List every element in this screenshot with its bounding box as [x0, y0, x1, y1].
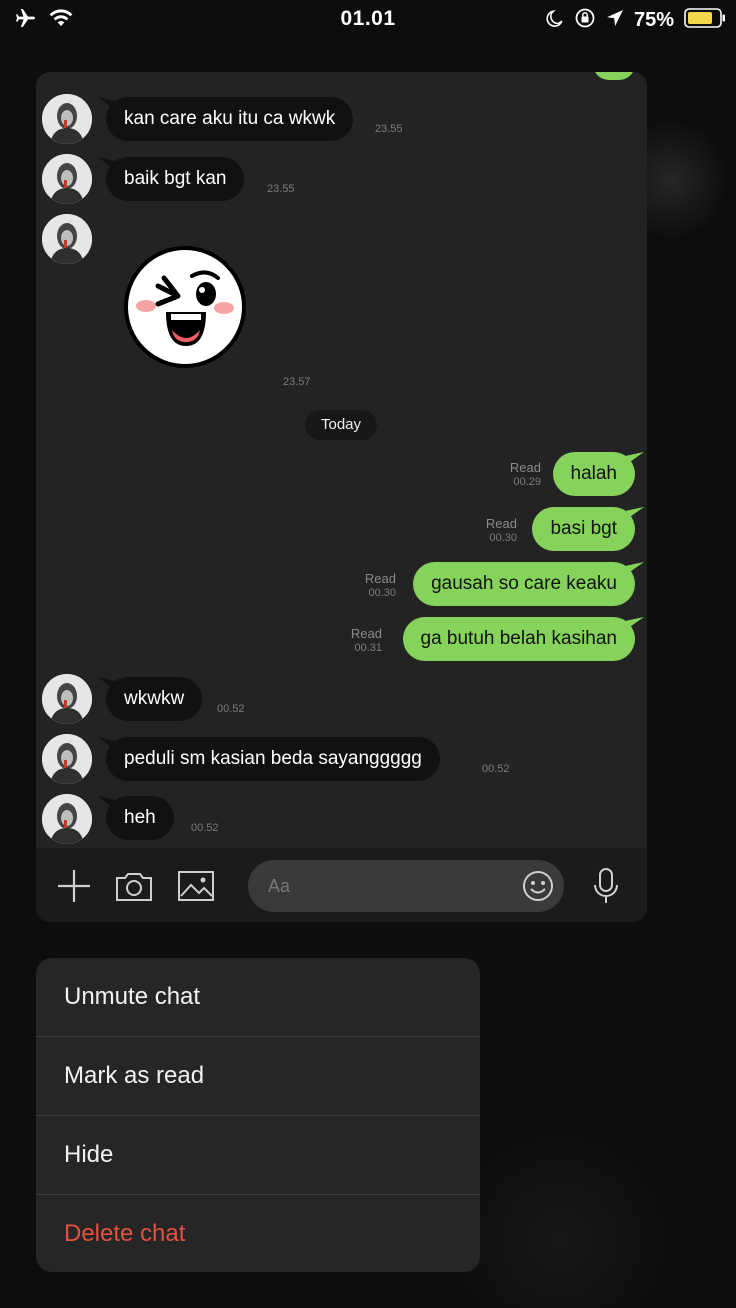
read-receipt: Read 00.31 — [351, 626, 382, 656]
status-right: 75% — [546, 7, 726, 34]
incoming-message[interactable]: wkwkw — [106, 677, 203, 721]
message-time: 23.57 — [283, 376, 311, 388]
message-time: 00.29 — [513, 476, 541, 488]
camera-icon[interactable] — [114, 866, 154, 906]
plus-icon[interactable] — [54, 866, 94, 906]
status-bar: 01.01 75% — [0, 0, 736, 40]
avatar[interactable] — [42, 154, 92, 204]
battery-icon — [684, 8, 726, 33]
microphone-icon[interactable] — [586, 866, 626, 906]
outgoing-message[interactable]: ga butuh belah kasihan — [402, 617, 635, 661]
read-receipt: Read 00.29 — [510, 460, 541, 490]
menu-item-mark-as-read[interactable]: Mark as read — [36, 1036, 480, 1114]
read-status: Read — [350, 626, 382, 641]
avatar[interactable] — [42, 214, 92, 264]
outgoing-message[interactable]: gausah so care keaku — [413, 562, 635, 606]
incoming-message[interactable]: peduli sm kasian beda sayanggggg — [106, 737, 440, 781]
avatar[interactable] — [42, 674, 92, 724]
moon-icon — [546, 9, 564, 32]
message-time: 00.52 — [482, 763, 510, 775]
outgoing-message[interactable]: basi bgt — [532, 507, 635, 551]
chat-preview[interactable]: kan care aku itu ca wkwk 23.55 baik bgt … — [36, 72, 647, 922]
image-icon[interactable] — [176, 866, 216, 906]
avatar[interactable] — [42, 734, 92, 784]
message-time: 00.52 — [191, 822, 219, 834]
location-arrow-icon — [606, 9, 624, 32]
read-status: Read — [509, 460, 541, 475]
read-status: Read — [364, 571, 396, 586]
battery-percent: 75% — [633, 9, 674, 31]
incoming-message[interactable]: baik bgt kan — [106, 157, 245, 201]
message-time: 23.55 — [375, 123, 403, 135]
message-input[interactable]: Aa — [248, 860, 564, 912]
read-receipt: Read 00.30 — [365, 571, 396, 601]
day-divider: Today — [305, 410, 377, 440]
menu-item-delete-chat[interactable]: Delete chat — [36, 1194, 480, 1272]
outgoing-message[interactable]: halah — [552, 452, 635, 496]
message-time: 00.31 — [354, 642, 382, 654]
message-time: 23.55 — [267, 183, 295, 195]
menu-item-hide[interactable]: Hide — [36, 1115, 480, 1193]
incoming-message[interactable]: kan care aku itu ca wkwk — [106, 97, 354, 141]
orientation-lock-icon — [574, 7, 596, 34]
message-time: 00.30 — [368, 587, 396, 599]
emoji-icon[interactable] — [522, 870, 554, 902]
message-input-bar: Aa — [36, 848, 647, 922]
avatar[interactable] — [42, 94, 92, 144]
winking-laughing-face-sticker[interactable] — [122, 244, 248, 370]
menu-item-unmute-chat[interactable]: Unmute chat — [36, 958, 480, 1036]
avatar[interactable] — [42, 794, 92, 844]
input-placeholder: Aa — [268, 876, 291, 896]
message-time: 00.30 — [489, 532, 517, 544]
context-menu: Unmute chat Mark as read Hide Delete cha… — [36, 958, 480, 1272]
incoming-message[interactable]: heh — [106, 796, 174, 840]
message-time: 00.52 — [217, 703, 245, 715]
read-status: Read — [485, 516, 517, 531]
clipped-outgoing-bubble — [593, 72, 635, 80]
read-receipt: Read 00.30 — [486, 516, 517, 546]
